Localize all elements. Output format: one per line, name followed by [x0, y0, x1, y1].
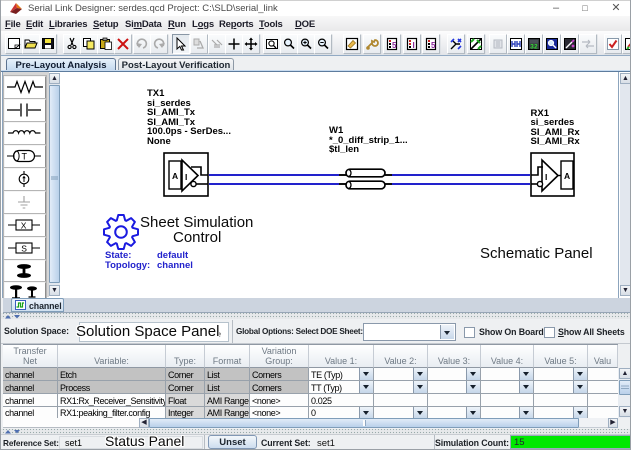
svg-text:5: 5 — [392, 41, 397, 50]
svg-text:S: S — [21, 243, 27, 253]
svg-text:A: A — [564, 171, 570, 181]
svg-text:T: T — [22, 152, 28, 162]
svg-text:X: X — [21, 220, 27, 230]
svg-text:I: I — [545, 172, 547, 182]
svg-text:I: I — [413, 41, 415, 50]
svg-text:A: A — [172, 171, 178, 181]
svg-text:5: 5 — [431, 41, 436, 50]
svg-text:I: I — [185, 172, 187, 182]
svg-text:32: 32 — [530, 44, 538, 51]
